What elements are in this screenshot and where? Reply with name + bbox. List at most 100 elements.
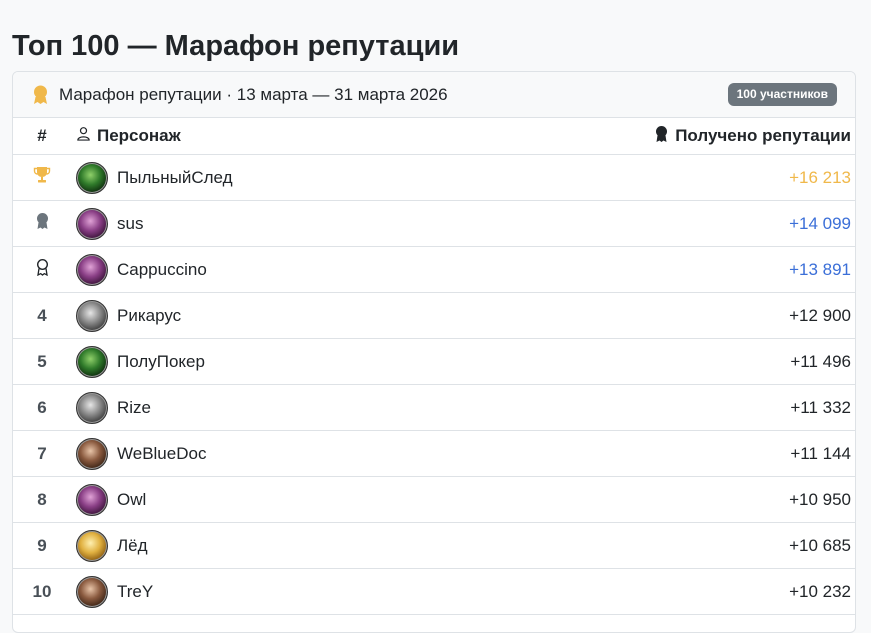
reputation-value: +10 685 — [789, 535, 851, 555]
reputation-cell: +10 950 — [420, 476, 855, 523]
character-name[interactable]: WeBlueDoc — [117, 444, 206, 464]
rank-cell: 5 — [13, 338, 71, 385]
reputation-cell: +12 900 — [420, 292, 855, 339]
table-header-row: # Персонаж Получено репутации — [13, 118, 855, 155]
character-link[interactable]: Рикарус — [76, 299, 420, 332]
rank-cell: 7 — [13, 430, 71, 477]
medal-icon — [32, 85, 49, 110]
character-cell: Owl — [71, 476, 421, 523]
table-row: sus +14 099 — [13, 200, 855, 247]
character-header-label: Персонаж — [97, 126, 181, 146]
character-name[interactable]: Лёд — [117, 536, 148, 556]
reputation-value: +13 891 — [789, 259, 851, 279]
reputation-header[interactable]: Получено репутации — [420, 118, 855, 155]
character-name[interactable]: sus — [117, 214, 143, 234]
avatar[interactable] — [76, 529, 108, 562]
character-cell: Rize — [71, 384, 421, 431]
avatar[interactable] — [76, 207, 108, 240]
reputation-value: +14 099 — [789, 213, 851, 233]
rank-number: 6 — [37, 397, 47, 417]
person-icon — [76, 126, 91, 146]
silver-medal-icon — [35, 213, 50, 234]
table-row: 9 Лёд +10 685 — [13, 522, 855, 569]
reputation-value: +12 900 — [789, 305, 851, 325]
avatar[interactable] — [76, 253, 108, 286]
character-name[interactable]: Owl — [117, 490, 146, 510]
marathon-title: Марафон репутации · 13 марта — 31 марта … — [59, 85, 448, 104]
character-name[interactable]: TreY — [117, 582, 153, 602]
reputation-cell: +10 685 — [420, 522, 855, 569]
rank-number: 5 — [37, 351, 47, 371]
character-name[interactable]: ПыльныйСлед — [117, 168, 233, 188]
rank-number: 9 — [37, 535, 47, 555]
rank-number: 8 — [37, 489, 47, 509]
reputation-cell: +11 496 — [420, 338, 855, 385]
character-cell: ПолуПокер — [71, 338, 421, 385]
reputation-value: +10 232 — [789, 581, 851, 601]
character-cell: TreY — [71, 568, 421, 615]
rank-header: # — [13, 118, 71, 155]
rank-cell: 4 — [13, 292, 71, 339]
character-link[interactable]: Лёд — [76, 529, 420, 562]
table-row: ПыльныйСлед +16 213 — [13, 154, 855, 201]
leaderboard-card: Марафон репутации · 13 марта — 31 марта … — [12, 71, 856, 633]
character-name[interactable]: Cappuccino — [117, 260, 207, 280]
table-row: 5 ПолуПокер +11 496 — [13, 338, 855, 385]
character-cell: Cappuccino — [71, 246, 421, 293]
character-header[interactable]: Персонаж — [71, 118, 421, 155]
table-row: 7 WeBlueDoc +11 144 — [13, 430, 855, 477]
reputation-value: +11 144 — [790, 443, 851, 463]
character-link[interactable]: WeBlueDoc — [76, 437, 420, 470]
character-link[interactable]: TreY — [76, 575, 420, 608]
rank-number: 4 — [37, 305, 47, 325]
bronze-medal-icon — [35, 258, 50, 280]
reputation-cell: +11 144 — [420, 430, 855, 477]
rank-cell: 9 — [13, 522, 71, 569]
reputation-cell: +14 099 — [420, 200, 855, 247]
rank-cell — [13, 154, 71, 201]
reputation-value: +16 213 — [789, 167, 851, 187]
reputation-value: +11 496 — [790, 351, 851, 371]
trophy-icon — [33, 167, 51, 188]
table-row: Cappuccino +13 891 — [13, 246, 855, 293]
character-link[interactable]: ПыльныйСлед — [76, 161, 420, 194]
table-row: 6 Rize +11 332 — [13, 384, 855, 431]
reputation-cell: +16 213 — [420, 154, 855, 201]
reputation-value: +10 950 — [789, 489, 851, 509]
character-cell: Рикарус — [71, 292, 421, 339]
character-cell: WeBlueDoc — [71, 430, 421, 477]
rank-cell — [13, 246, 71, 293]
page-title: Топ 100 — Марафон репутации — [12, 30, 460, 63]
avatar[interactable] — [76, 299, 108, 332]
character-cell: ПыльныйСлед — [71, 154, 421, 201]
avatar[interactable] — [76, 437, 108, 470]
character-link[interactable]: Cappuccino — [76, 253, 420, 286]
character-link[interactable]: Owl — [76, 483, 420, 516]
award-icon — [654, 125, 669, 148]
character-link[interactable]: sus — [76, 207, 420, 240]
reputation-header-label: Получено репутации — [675, 126, 851, 145]
leaderboard-table: # Персонаж Получено репутации ПыльныйСле… — [13, 118, 855, 615]
character-cell: sus — [71, 200, 421, 247]
character-name[interactable]: Rize — [117, 398, 151, 418]
rank-cell — [13, 200, 71, 247]
rank-cell: 10 — [13, 568, 71, 615]
avatar[interactable] — [76, 483, 108, 516]
participants-badge: 100 участников — [727, 83, 837, 106]
reputation-cell: +11 332 — [420, 384, 855, 431]
rank-number: 7 — [37, 443, 47, 463]
avatar[interactable] — [76, 345, 108, 378]
character-link[interactable]: ПолуПокер — [76, 345, 420, 378]
character-name[interactable]: ПолуПокер — [117, 352, 205, 372]
reputation-cell: +10 232 — [420, 568, 855, 615]
character-link[interactable]: Rize — [76, 391, 420, 424]
rank-number: 10 — [32, 581, 52, 601]
reputation-cell: +13 891 — [420, 246, 855, 293]
avatar[interactable] — [76, 391, 108, 424]
character-name[interactable]: Рикарус — [117, 306, 181, 326]
rank-cell: 6 — [13, 384, 71, 431]
avatar[interactable] — [76, 161, 108, 194]
table-row: 4 Рикарус +12 900 — [13, 292, 855, 339]
avatar[interactable] — [76, 575, 108, 608]
table-row: 10 TreY +10 232 — [13, 568, 855, 615]
